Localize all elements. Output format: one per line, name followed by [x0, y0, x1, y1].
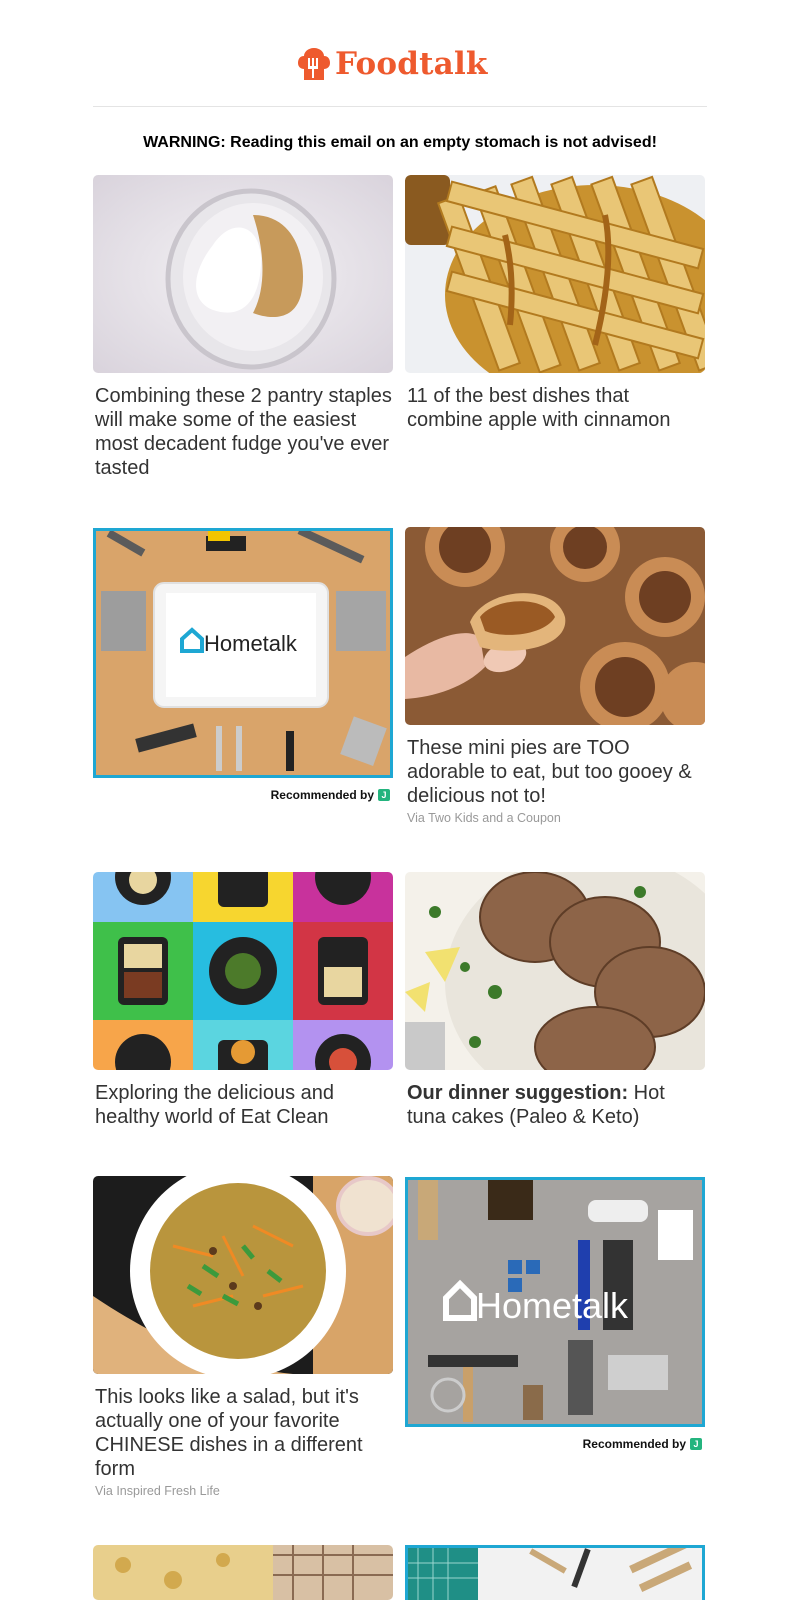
- fudge-image: [93, 175, 393, 373]
- article-card[interactable]: [93, 1545, 393, 1600]
- article-card[interactable]: This looks like a salad, but it's actual…: [93, 1176, 393, 1498]
- recommended-by[interactable]: Recommended by J: [583, 1437, 702, 1451]
- sponsored-ad-card[interactable]: Hometalk Recommended by J: [405, 1177, 705, 1451]
- tuna-cakes-image: [405, 872, 705, 1070]
- apple-pie-image: [405, 175, 705, 373]
- article-source: Via Two Kids and a Coupon: [407, 811, 561, 825]
- article-title: Combining these 2 pantry staples will ma…: [95, 385, 392, 479]
- article-title: These mini pies are TOO adorable to eat,…: [407, 737, 692, 807]
- article-title: This looks like a salad, but it's actual…: [95, 1386, 363, 1480]
- brand-name: Foodtalk: [335, 46, 488, 82]
- svg-text:Hometalk: Hometalk: [204, 631, 298, 656]
- article-title: 11 of the best dishes that combine apple…: [407, 385, 671, 431]
- svg-text:Hometalk: Hometalk: [476, 1285, 629, 1326]
- recommended-by-text: Recommended by: [270, 788, 374, 802]
- article-card[interactable]: Combining these 2 pantry staples will ma…: [93, 175, 393, 480]
- article-title: Our dinner suggestion: Hot tuna cakes (P…: [405, 1081, 705, 1129]
- article-title: Exploring the delicious and healthy worl…: [95, 1082, 335, 1128]
- sponsored-ad-card[interactable]: [405, 1545, 705, 1600]
- article-card[interactable]: Exploring the delicious and healthy worl…: [93, 872, 393, 1129]
- article-source: Via Inspired Fresh Life: [95, 1484, 220, 1498]
- hometalk-ad-image: Hometalk: [405, 1177, 705, 1427]
- article-card[interactable]: 11 of the best dishes that combine apple…: [405, 175, 705, 432]
- jeeng-icon: J: [378, 789, 390, 801]
- warning-text: WARNING: Reading this email on an empty …: [143, 134, 657, 151]
- recommended-by-text: Recommended by: [582, 1437, 686, 1451]
- email-header: Foodtalk: [93, 40, 707, 107]
- chef-hat-logo-icon: [298, 48, 330, 80]
- article-card[interactable]: These mini pies are TOO adorable to eat,…: [405, 527, 705, 825]
- jeeng-icon: J: [690, 1438, 702, 1450]
- mini-pies-image: [405, 527, 705, 725]
- article-card[interactable]: Our dinner suggestion: Hot tuna cakes (P…: [405, 872, 705, 1129]
- article-image-partial: [93, 1545, 393, 1600]
- recommended-by[interactable]: Recommended by J: [271, 788, 390, 802]
- foodtalk-logo[interactable]: Foodtalk: [297, 46, 488, 82]
- ad-image-partial: [405, 1545, 705, 1600]
- title-bold-prefix: Our dinner suggestion:: [407, 1082, 629, 1104]
- stir-fry-image: [93, 1176, 393, 1374]
- sponsored-ad-card[interactable]: Hometalk Recommended by J: [93, 528, 393, 802]
- hometalk-ad-image: Hometalk: [93, 528, 393, 778]
- eat-clean-image: [93, 872, 393, 1070]
